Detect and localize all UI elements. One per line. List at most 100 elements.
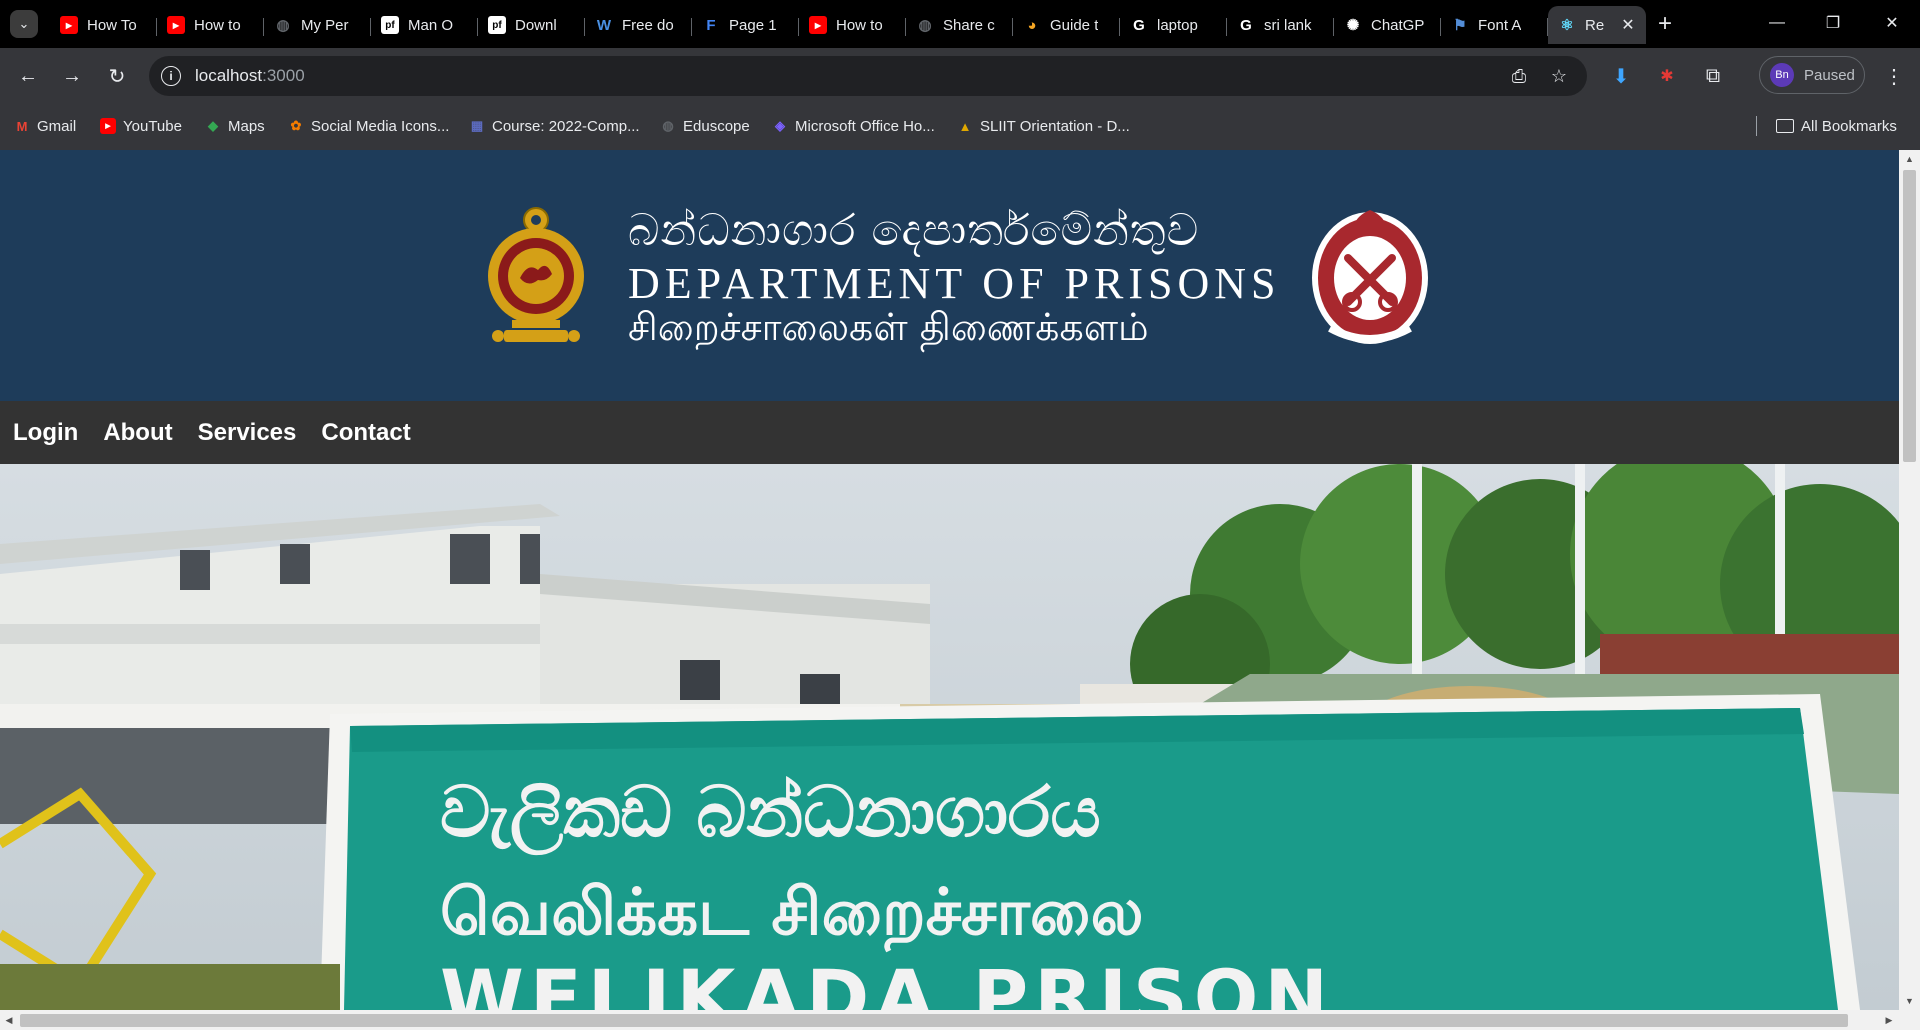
banner-sinhala-title: බන්ධනාගාර දෙපාර්තමේන්තුව bbox=[628, 205, 1200, 256]
youtube-icon: ▶ bbox=[60, 16, 78, 34]
browser-tab[interactable]: ▶ How To bbox=[50, 6, 157, 44]
chatgpt-icon: ✺ bbox=[1346, 17, 1360, 34]
close-window-button[interactable]: ✕ bbox=[1872, 8, 1912, 38]
bookmark-label: Social Media Icons... bbox=[311, 117, 450, 135]
tab-list: ▶ How To ▶ How to ◍ My Per pf Man O pf Downl W Free… bbox=[50, 6, 1646, 44]
scroll-down-arrow-icon[interactable]: ▼ bbox=[1899, 992, 1920, 1010]
scroll-up-arrow-icon[interactable]: ▲ bbox=[1899, 150, 1920, 168]
browser-tab[interactable]: ⚛ Re ✕ bbox=[1548, 6, 1646, 44]
bookmark-star-icon[interactable]: ☆ bbox=[1547, 64, 1571, 88]
download-icon[interactable]: ⬇ bbox=[1605, 60, 1637, 92]
install-app-icon[interactable]: ⎙ bbox=[1507, 64, 1531, 88]
bookmark-label: SLIIT Orientation - D... bbox=[980, 117, 1130, 135]
profile-button[interactable]: Bn Paused bbox=[1759, 56, 1865, 94]
extensions-puzzle-icon[interactable]: ⧉ bbox=[1697, 60, 1729, 92]
tab-title: Page 1 bbox=[729, 16, 777, 34]
browser-tab[interactable]: pf Downl bbox=[478, 6, 585, 44]
sliit-icon: ▲ bbox=[958, 118, 972, 134]
vertical-scrollbar[interactable]: ▲ ▼ bbox=[1899, 150, 1920, 1010]
address-bar[interactable]: i localhost:3000 ⎙ ☆ bbox=[149, 56, 1587, 96]
react-icon: ⚛ bbox=[1560, 17, 1574, 34]
all-bookmarks-button[interactable]: All Bookmarks bbox=[1776, 116, 1897, 136]
banner-english-title: DEPARTMENT OF PRISONS bbox=[628, 259, 1281, 308]
pf-icon: pf bbox=[381, 16, 399, 34]
browser-tab[interactable]: ⚑ Font A bbox=[1441, 6, 1548, 44]
tab-title: Share c bbox=[943, 16, 995, 34]
tab-title: sri lank bbox=[1264, 16, 1312, 34]
browser-tab[interactable]: ✺ ChatGP bbox=[1334, 6, 1441, 44]
extension-ladybug-icon[interactable]: ✱ bbox=[1651, 60, 1683, 92]
main-navbar: Login About Services Contact bbox=[0, 401, 1899, 464]
tab-title: Guide t bbox=[1050, 16, 1099, 34]
globe-icon: ◍ bbox=[918, 17, 932, 34]
bookmark-item[interactable]: ◆ Maps bbox=[205, 116, 265, 136]
tab-title: Free do bbox=[622, 16, 674, 34]
bookmark-item[interactable]: ✿ Social Media Icons... bbox=[288, 116, 450, 136]
nav-contact-link[interactable]: Contact bbox=[321, 419, 410, 447]
minimize-button[interactable]: — bbox=[1757, 8, 1797, 38]
browser-tab[interactable]: ◍ My Per bbox=[264, 6, 371, 44]
tab-title: How to bbox=[194, 16, 241, 34]
tab-search-button[interactable]: ⌄ bbox=[10, 10, 38, 38]
w-icon: W bbox=[596, 16, 612, 34]
bookmark-item[interactable]: ▦ Course: 2022-Comp... bbox=[469, 116, 640, 136]
browser-tab[interactable]: W Free do bbox=[585, 6, 692, 44]
bookmark-item[interactable]: ◍ Eduscope bbox=[660, 116, 750, 136]
bookmark-item[interactable]: ▶ YouTube bbox=[100, 116, 182, 136]
tab-strip: ⌄ ▶ How To ▶ How to ◍ My Per pf Man O pf Downl W Fr… bbox=[0, 0, 1920, 48]
browser-tab[interactable]: pf Man O bbox=[371, 6, 478, 44]
tab-title: laptop bbox=[1157, 16, 1198, 34]
nav-about-link[interactable]: About bbox=[103, 419, 172, 447]
browser-tab[interactable]: ▶ How to bbox=[157, 6, 264, 44]
new-tab-button[interactable]: + bbox=[1651, 10, 1679, 38]
tab-title: Font A bbox=[1478, 16, 1522, 34]
pf-icon: pf bbox=[488, 16, 506, 34]
profile-status: Paused bbox=[1804, 66, 1855, 84]
flag-icon: ⚑ bbox=[1453, 17, 1467, 34]
bookmark-item[interactable]: ▲ SLIIT Orientation - D... bbox=[957, 116, 1130, 136]
tab-title: Downl bbox=[515, 16, 557, 34]
browser-tab[interactable]: F Page 1 bbox=[692, 6, 799, 44]
browser-tab[interactable]: ◍ Share c bbox=[906, 6, 1013, 44]
tab-title: How To bbox=[87, 16, 137, 34]
site-info-icon[interactable]: i bbox=[161, 66, 181, 86]
back-button[interactable]: ← bbox=[12, 60, 44, 92]
forward-button[interactable]: → bbox=[56, 60, 88, 92]
globe-icon: ◍ bbox=[662, 118, 674, 133]
bookmark-item[interactable]: M Gmail bbox=[14, 116, 77, 136]
tab-title: Re bbox=[1585, 16, 1605, 34]
tab-close-icon[interactable]: ✕ bbox=[1618, 15, 1638, 35]
bookmark-label: Eduscope bbox=[683, 117, 750, 135]
url-text[interactable]: localhost:3000 bbox=[195, 66, 305, 86]
horizontal-scrollbar[interactable]: ◀ ▶ bbox=[0, 1010, 1920, 1030]
prisons-crest-icon bbox=[1312, 210, 1428, 344]
browser-tab[interactable]: ▶ How to bbox=[799, 6, 906, 44]
menu-kebab-icon[interactable]: ⋮ bbox=[1878, 60, 1910, 92]
tab-title: Man O bbox=[408, 16, 454, 34]
course-icon: ▦ bbox=[470, 118, 484, 133]
horizontal-scroll-thumb[interactable] bbox=[20, 1014, 1848, 1027]
social-icon: ✿ bbox=[290, 118, 302, 133]
scroll-left-arrow-icon[interactable]: ◀ bbox=[0, 1010, 18, 1030]
nav-services-link[interactable]: Services bbox=[198, 419, 297, 447]
reload-button[interactable]: ↻ bbox=[101, 60, 133, 92]
browser-tab[interactable]: Glaptop bbox=[1120, 6, 1227, 44]
banner-tamil-title: சிறைச்சாலைகள் திணைக்களம் bbox=[628, 305, 1149, 349]
hero-prison-photo: වැලිකඩ බන්ධනාගාරය வெலிக்கட சிறைச்சாலை WE… bbox=[0, 464, 1899, 1010]
vertical-scroll-thumb[interactable] bbox=[1903, 170, 1916, 462]
nav-login-link[interactable]: Login bbox=[13, 419, 78, 447]
avatar: Bn bbox=[1770, 63, 1794, 87]
tab-title: ChatGP bbox=[1371, 16, 1425, 34]
office-icon: ◈ bbox=[775, 118, 785, 133]
forms-icon: F bbox=[706, 16, 716, 34]
scroll-right-arrow-icon[interactable]: ▶ bbox=[1880, 1010, 1898, 1030]
sign-english-text: WELIKADA PRISON bbox=[440, 953, 1334, 1010]
restore-button[interactable]: ❐ bbox=[1813, 8, 1853, 38]
browser-tab[interactable]: Gsri lank bbox=[1227, 6, 1334, 44]
bookmarks-divider bbox=[1756, 116, 1757, 136]
sign-sinhala-text: වැලිකඩ බන්ධනාගාරය bbox=[440, 771, 1101, 856]
bookmark-item[interactable]: ◈ Microsoft Office Ho... bbox=[772, 116, 935, 136]
browser-tab[interactable]: ◕ Guide t bbox=[1013, 6, 1120, 44]
gmail-icon: M bbox=[16, 118, 28, 134]
youtube-icon: ▶ bbox=[809, 16, 827, 34]
